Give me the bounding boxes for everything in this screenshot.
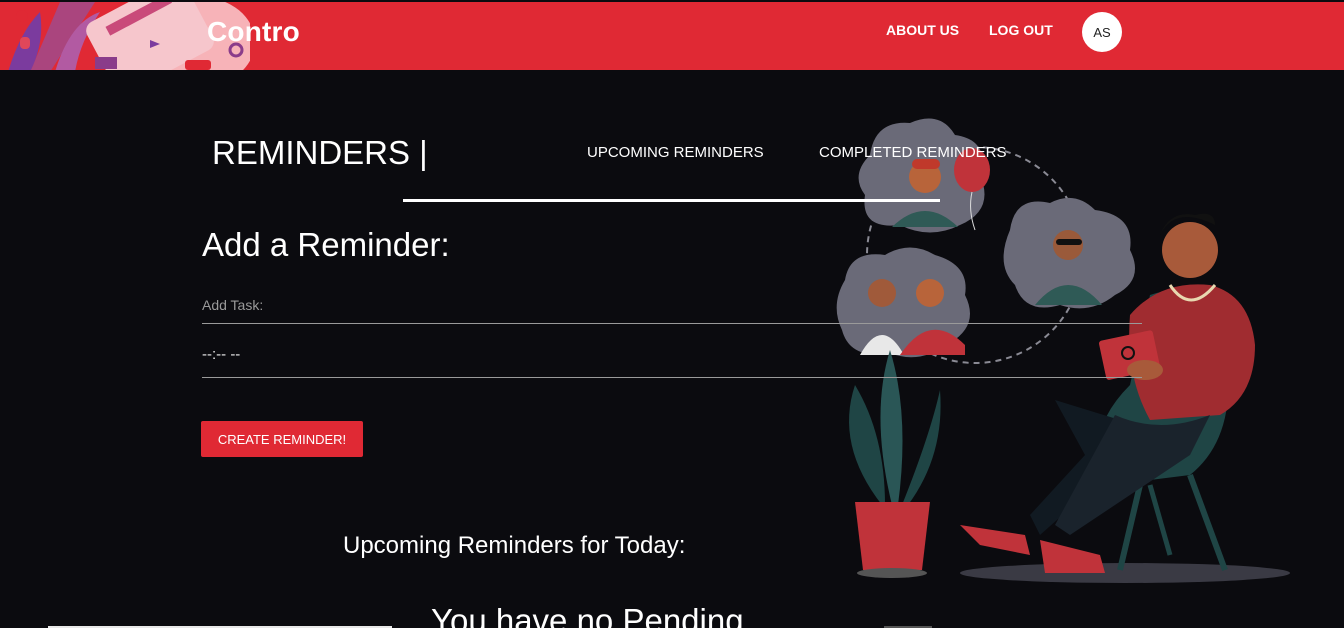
- reminder-time-input[interactable]: --:-- --: [202, 338, 1142, 378]
- nav-link-log-out[interactable]: LOG OUT: [989, 22, 1053, 38]
- page-title: REMINDERS |: [212, 134, 428, 171]
- add-reminder-heading: Add a Reminder:: [202, 226, 450, 263]
- tab-active-underline: [403, 199, 940, 202]
- upcoming-reminders-heading: Upcoming Reminders for Today:: [343, 532, 686, 559]
- create-reminder-button[interactable]: CREATE REMINDER!: [201, 421, 363, 457]
- top-navbar: Contro ABOUT US LOG OUT AS: [0, 2, 1344, 70]
- user-avatar[interactable]: AS: [1082, 12, 1122, 52]
- nav-link-about-us[interactable]: ABOUT US: [886, 22, 959, 38]
- brand-logo-text[interactable]: Contro: [207, 16, 300, 48]
- no-pending-message: You have no Pending: [431, 602, 744, 628]
- tab-upcoming-reminders[interactable]: UPCOMING REMINDERS: [587, 144, 764, 161]
- add-task-input[interactable]: [202, 286, 1142, 324]
- tab-completed-reminders[interactable]: COMPLETED REMINDERS: [819, 144, 1007, 161]
